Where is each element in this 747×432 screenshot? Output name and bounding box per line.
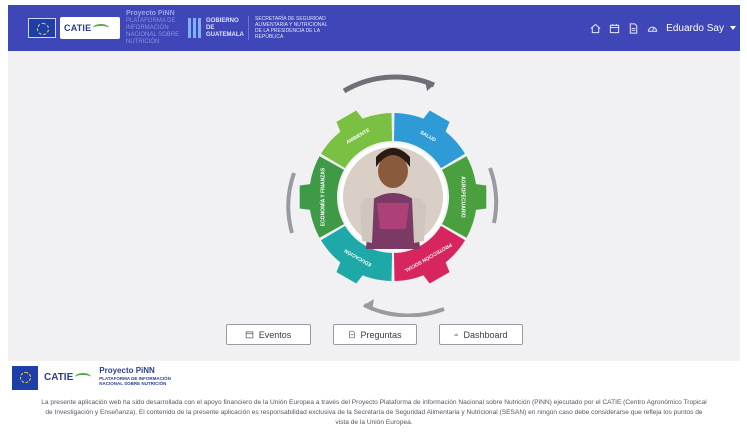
gear-segment-agropecuario	[441, 156, 477, 238]
gear-tooth	[299, 184, 312, 210]
brand-logos[interactable]: CATIE Proyecto PiNN PLATAFORMA DE INFORM…	[28, 10, 196, 45]
dashboard-button[interactable]: Dashboard	[438, 324, 523, 345]
eu-flag-logo	[28, 18, 56, 38]
gear-segment-economía-y-finanzas	[309, 156, 345, 238]
preguntas-label: Preguntas	[360, 329, 402, 340]
guatemala-emblem-icon	[188, 18, 202, 38]
user-name: Eduardo Say	[666, 22, 724, 34]
gear-segment-label: ECONOMÍA Y FINANZAS	[318, 167, 326, 226]
footer-logos: CATIE Proyecto PiNN PLATAFORMA DE INFORM…	[12, 366, 171, 390]
project-logo: Proyecto PiNN PLATAFORMA DE INFORMACIÓN …	[99, 366, 171, 386]
disclaimer-text: La presente aplicación web ha sido desar…	[41, 399, 707, 426]
user-menu-dropdown[interactable]: Eduardo Say	[666, 23, 736, 34]
rotation-arrow-bottom	[363, 303, 445, 318]
document-icon[interactable]	[628, 22, 639, 34]
dashboard-label: Dashboard	[463, 329, 508, 340]
dashboard-icon[interactable]	[647, 23, 658, 34]
home-icon[interactable]	[590, 23, 601, 34]
rotation-arrow-right	[488, 167, 499, 224]
guatemala-logo: GOBIERNO DE GUATEMALA	[206, 17, 244, 38]
main-content: AMBIENTE SALUD AGROPECUARIO PROTECCIÓN SOCI…	[8, 51, 740, 361]
divider	[248, 16, 249, 40]
gear-tooth	[474, 184, 487, 210]
action-buttons: Eventos Preguntas Dashboard	[8, 324, 740, 345]
government-logos: GOBIERNO DE GUATEMALA SECRETARÍA DE SEGU…	[188, 12, 335, 44]
gear-wheel: AMBIENTE SALUDAGROPECUARIOPROTECCIÓN SOCI…	[286, 74, 499, 318]
sesan-logo-text: SECRETARÍA DE SEGURIDAD ALIMENTARIA Y NU…	[255, 16, 328, 40]
dashboard-icon	[453, 333, 459, 336]
calendar-icon	[245, 331, 253, 339]
eventos-label: Eventos	[258, 329, 292, 340]
chevron-down-icon	[730, 26, 736, 30]
sector-gear-graphic: AMBIENTE SALUD AGROPECUARIO PROTECCIÓN SOCI…	[284, 73, 502, 318]
calendar-icon[interactable]	[609, 23, 620, 34]
eventos-button[interactable]: Eventos	[225, 324, 311, 345]
preguntas-button[interactable]: Preguntas	[332, 324, 417, 345]
document-icon	[348, 330, 355, 339]
page: CATIE Proyecto PiNN PLATAFORMA DE INFORM…	[0, 0, 747, 432]
footer: CATIE Proyecto PiNN PLATAFORMA DE INFORM…	[8, 361, 740, 432]
top-navbar: CATIE Proyecto PiNN PLATAFORMA DE INFORM…	[8, 5, 740, 51]
rotation-arrow-top	[342, 74, 435, 94]
project-logo: Proyecto PiNN PLATAFORMA DE INFORMACIÓN …	[126, 10, 180, 45]
navbar-right: Eduardo Say	[590, 20, 736, 36]
rotation-arrow-left	[286, 172, 296, 234]
gear-segment-label: AGROPECUARIO	[460, 176, 466, 218]
catie-logo: CATIE	[44, 366, 92, 388]
eu-flag-logo	[12, 366, 38, 390]
catie-logo: CATIE	[60, 17, 120, 39]
